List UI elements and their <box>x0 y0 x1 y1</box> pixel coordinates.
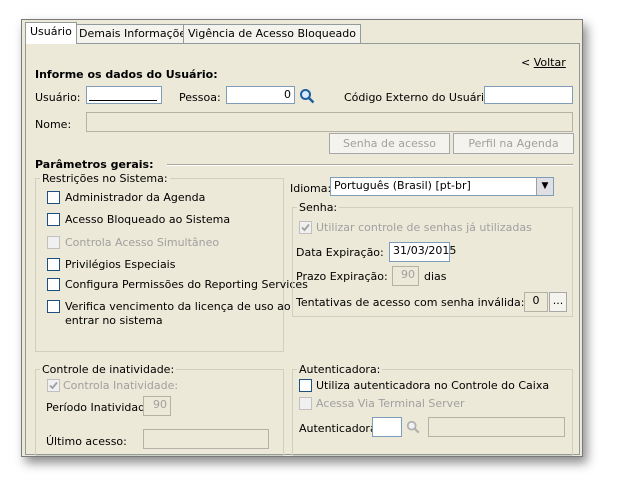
tab-panel: < Voltar Informe os dados do Usuário: Us… <box>25 43 580 456</box>
autenticadora-description <box>428 417 565 437</box>
autenticadora-title: Autenticadora: <box>297 363 383 376</box>
params-title: Parâmetros gerais: <box>35 158 154 171</box>
params-separator <box>167 164 573 166</box>
senha-reuse-checkbox[interactable] <box>299 221 312 234</box>
privilegios-especiais-checkbox[interactable] <box>47 258 60 271</box>
inatividade-title: Controle de inatividade: <box>40 363 177 376</box>
senha-title: Senha: <box>297 201 340 214</box>
back-arrow: < <box>521 56 534 69</box>
privilegios-especiais-label: Privilégios Especiais <box>65 258 176 271</box>
pessoa-label: Pessoa: <box>179 91 221 104</box>
autenticadora-label: Autenticadora: <box>299 422 381 435</box>
controla-inatividade-checkbox[interactable] <box>47 379 60 392</box>
usuario-input-caret <box>89 100 157 101</box>
periodo-inatividade-input[interactable]: 90 <box>143 396 171 416</box>
perfil-agenda-button[interactable]: Perfil na Agenda <box>453 133 574 154</box>
chevron-down-icon[interactable]: ▼ <box>536 178 553 195</box>
back-link-label: Voltar <box>533 56 566 69</box>
acesso-bloqueado-label: Acesso Bloqueado ao Sistema <box>65 213 231 226</box>
controla-inatividade-label: Controla Inatividade: <box>63 379 179 392</box>
tab-demais-informacoes[interactable]: Demais Informações <box>74 24 197 43</box>
acesso-bloqueado-checkbox[interactable] <box>47 213 60 226</box>
search-icon[interactable] <box>406 420 420 434</box>
main-window: Usuário Demais Informações Vigência de A… <box>21 19 583 457</box>
codigo-externo-label: Código Externo do Usuário: <box>344 91 495 104</box>
tentativas-label: Tentativas de acesso com senha inválida: <box>296 296 525 309</box>
tab-usuario[interactable]: Usuário <box>25 22 77 44</box>
user-section-title: Informe os dados do Usuário: <box>35 68 218 81</box>
configura-permissoes-checkbox[interactable] <box>47 278 60 291</box>
idioma-select[interactable]: Português (Brasil) [pt-br] ▼ <box>330 177 554 196</box>
check-icon <box>301 223 310 232</box>
idioma-selected-value: Português (Brasil) [pt-br] <box>334 179 471 192</box>
nome-input[interactable] <box>86 112 573 132</box>
tab-vigencia-acesso-bloqueado[interactable]: Vigência de Acesso Bloqueado <box>183 24 361 43</box>
acessa-via-terminal-label: Acessa Via Terminal Server <box>316 397 465 410</box>
autenticadora-input[interactable] <box>372 417 402 437</box>
controla-acesso-simultaneo-checkbox[interactable] <box>47 236 60 249</box>
ultimo-acesso-label: Último acesso: <box>46 435 127 448</box>
usuario-input[interactable] <box>86 86 162 104</box>
usuario-label: Usuário: <box>35 91 81 104</box>
administrador-agenda-checkbox[interactable] <box>47 191 60 204</box>
utiliza-autenticadora-label: Utiliza autenticadora no Controle do Cai… <box>316 379 550 392</box>
ultimo-acesso-input[interactable] <box>143 429 269 449</box>
tentativas-button[interactable]: ... <box>549 292 567 312</box>
acessa-via-terminal-checkbox[interactable] <box>299 397 312 410</box>
nome-label: Nome: <box>35 118 72 131</box>
tentativas-input[interactable]: 0 <box>524 292 548 312</box>
back-link[interactable]: < Voltar <box>521 56 566 69</box>
data-expiracao-label: Data Expiração: <box>296 246 384 259</box>
restricoes-title: Restrições no Sistema: <box>40 172 170 185</box>
codigo-externo-input[interactable] <box>484 86 573 104</box>
pessoa-input[interactable]: 0 <box>226 86 295 104</box>
verifica-licenca-label-line2: entrar no sistema <box>65 314 163 327</box>
utiliza-autenticadora-checkbox[interactable] <box>299 379 312 392</box>
senha-reuse-label: Utilizar controle de senhas já utilizada… <box>316 221 532 234</box>
prazo-expiracao-label: Prazo Expiração: <box>296 270 388 283</box>
configura-permissoes-label: Configura Permissões do Reporting Servic… <box>65 278 308 291</box>
prazo-expiracao-input[interactable]: 90 <box>392 266 419 286</box>
search-icon[interactable] <box>299 88 315 104</box>
check-icon <box>49 381 58 390</box>
data-expiracao-input[interactable]: 31/03/2015 <box>389 242 456 262</box>
prazo-unit: dias <box>424 270 447 283</box>
verifica-licenca-label-line1: Verifica vencimento da licença de uso ao <box>65 300 291 313</box>
senha-acesso-button[interactable]: Senha de acesso <box>329 133 450 154</box>
administrador-agenda-label: Administrador da Agenda <box>65 191 206 204</box>
verifica-licenca-checkbox[interactable] <box>47 300 60 313</box>
controla-acesso-simultaneo-label: Controla Acesso Simultâneo <box>65 236 220 249</box>
periodo-inatividade-label: Período Inatividade: <box>46 401 156 414</box>
idioma-label: Idioma: <box>290 182 332 195</box>
